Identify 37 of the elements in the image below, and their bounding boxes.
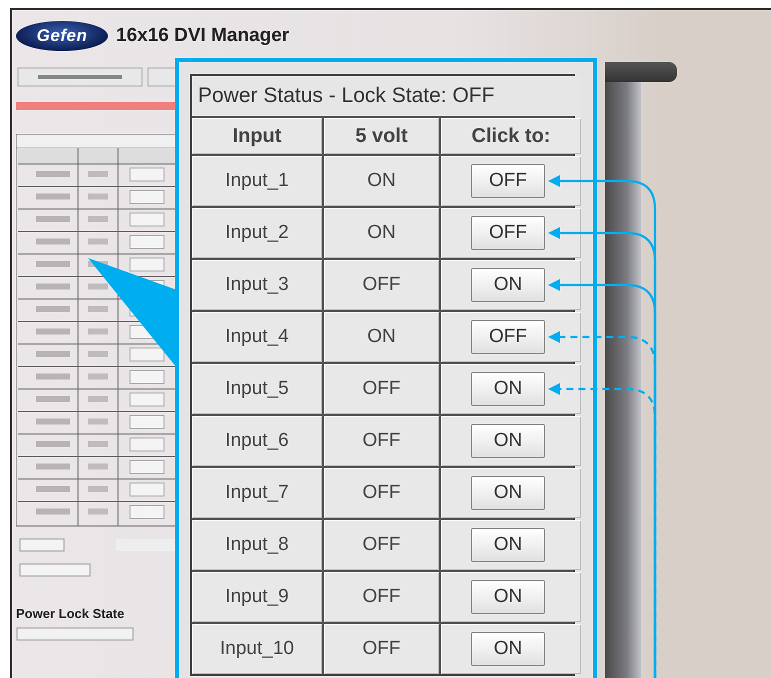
voltage-cell: OFF	[324, 520, 439, 570]
toggle-button[interactable]: ON	[471, 372, 545, 406]
toggle-button[interactable]: ON	[471, 528, 545, 562]
toggle-button[interactable]: ON	[471, 632, 545, 666]
voltage-cell: OFF	[324, 572, 439, 622]
voltage-cell: OFF	[324, 260, 439, 310]
logo: Gefen	[16, 21, 108, 51]
toggle-button[interactable]: OFF	[471, 320, 545, 354]
toggle-button[interactable]: ON	[471, 424, 545, 458]
input-cell: Input_6	[192, 416, 322, 466]
voltage-cell: ON	[324, 208, 439, 258]
toggle-button[interactable]: ON	[471, 476, 545, 510]
voltage-cell: OFF	[324, 364, 439, 414]
input-cell: Input_8	[192, 520, 322, 570]
input-cell: Input_2	[192, 208, 322, 258]
toggle-button[interactable]: OFF	[471, 216, 545, 250]
voltage-cell: ON	[324, 156, 439, 206]
voltage-cell: ON	[324, 312, 439, 362]
section-title: Power Lock State	[16, 606, 126, 621]
voltage-cell: OFF	[324, 416, 439, 466]
voltage-cell: OFF	[324, 468, 439, 518]
column-header: Click to:	[441, 118, 581, 154]
app-title: 16x16 DVI Manager	[116, 25, 290, 47]
input-cell: Input_1	[192, 156, 322, 206]
input-cell: Input_9	[192, 572, 322, 622]
column-header: 5 volt	[324, 118, 439, 154]
input-cell: Input_4	[192, 312, 322, 362]
input-cell: Input_5	[192, 364, 322, 414]
input-cell: Input_10	[192, 624, 322, 674]
tab-bar	[605, 62, 677, 82]
voltage-cell: OFF	[324, 624, 439, 674]
toggle-button[interactable]: OFF	[471, 164, 545, 198]
toggle-button[interactable]: ON	[471, 268, 545, 302]
input-cell: Input_7	[192, 468, 322, 518]
toggle-button[interactable]: ON	[471, 580, 545, 614]
column-header: Input	[192, 118, 322, 154]
input-cell: Input_3	[192, 260, 322, 310]
